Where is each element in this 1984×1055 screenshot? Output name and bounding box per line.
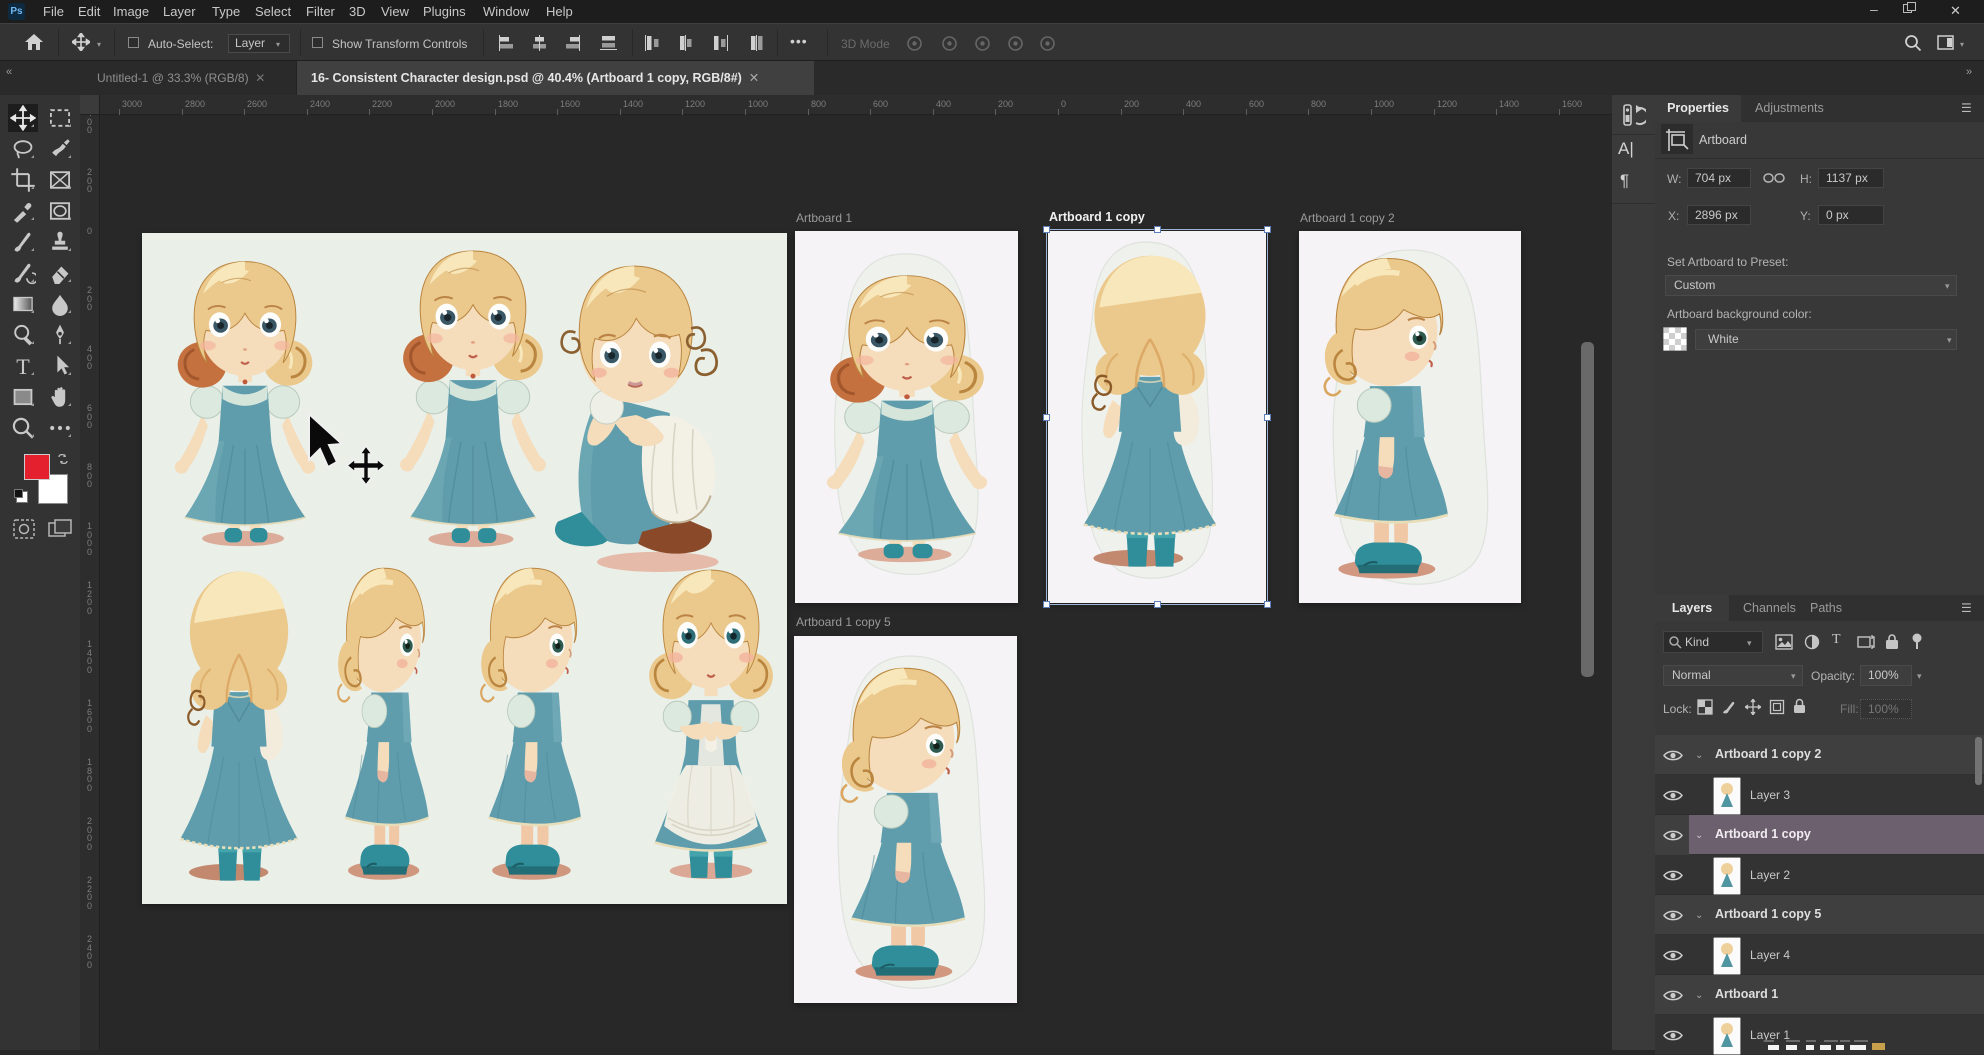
svg-text:T: T [16, 354, 30, 379]
